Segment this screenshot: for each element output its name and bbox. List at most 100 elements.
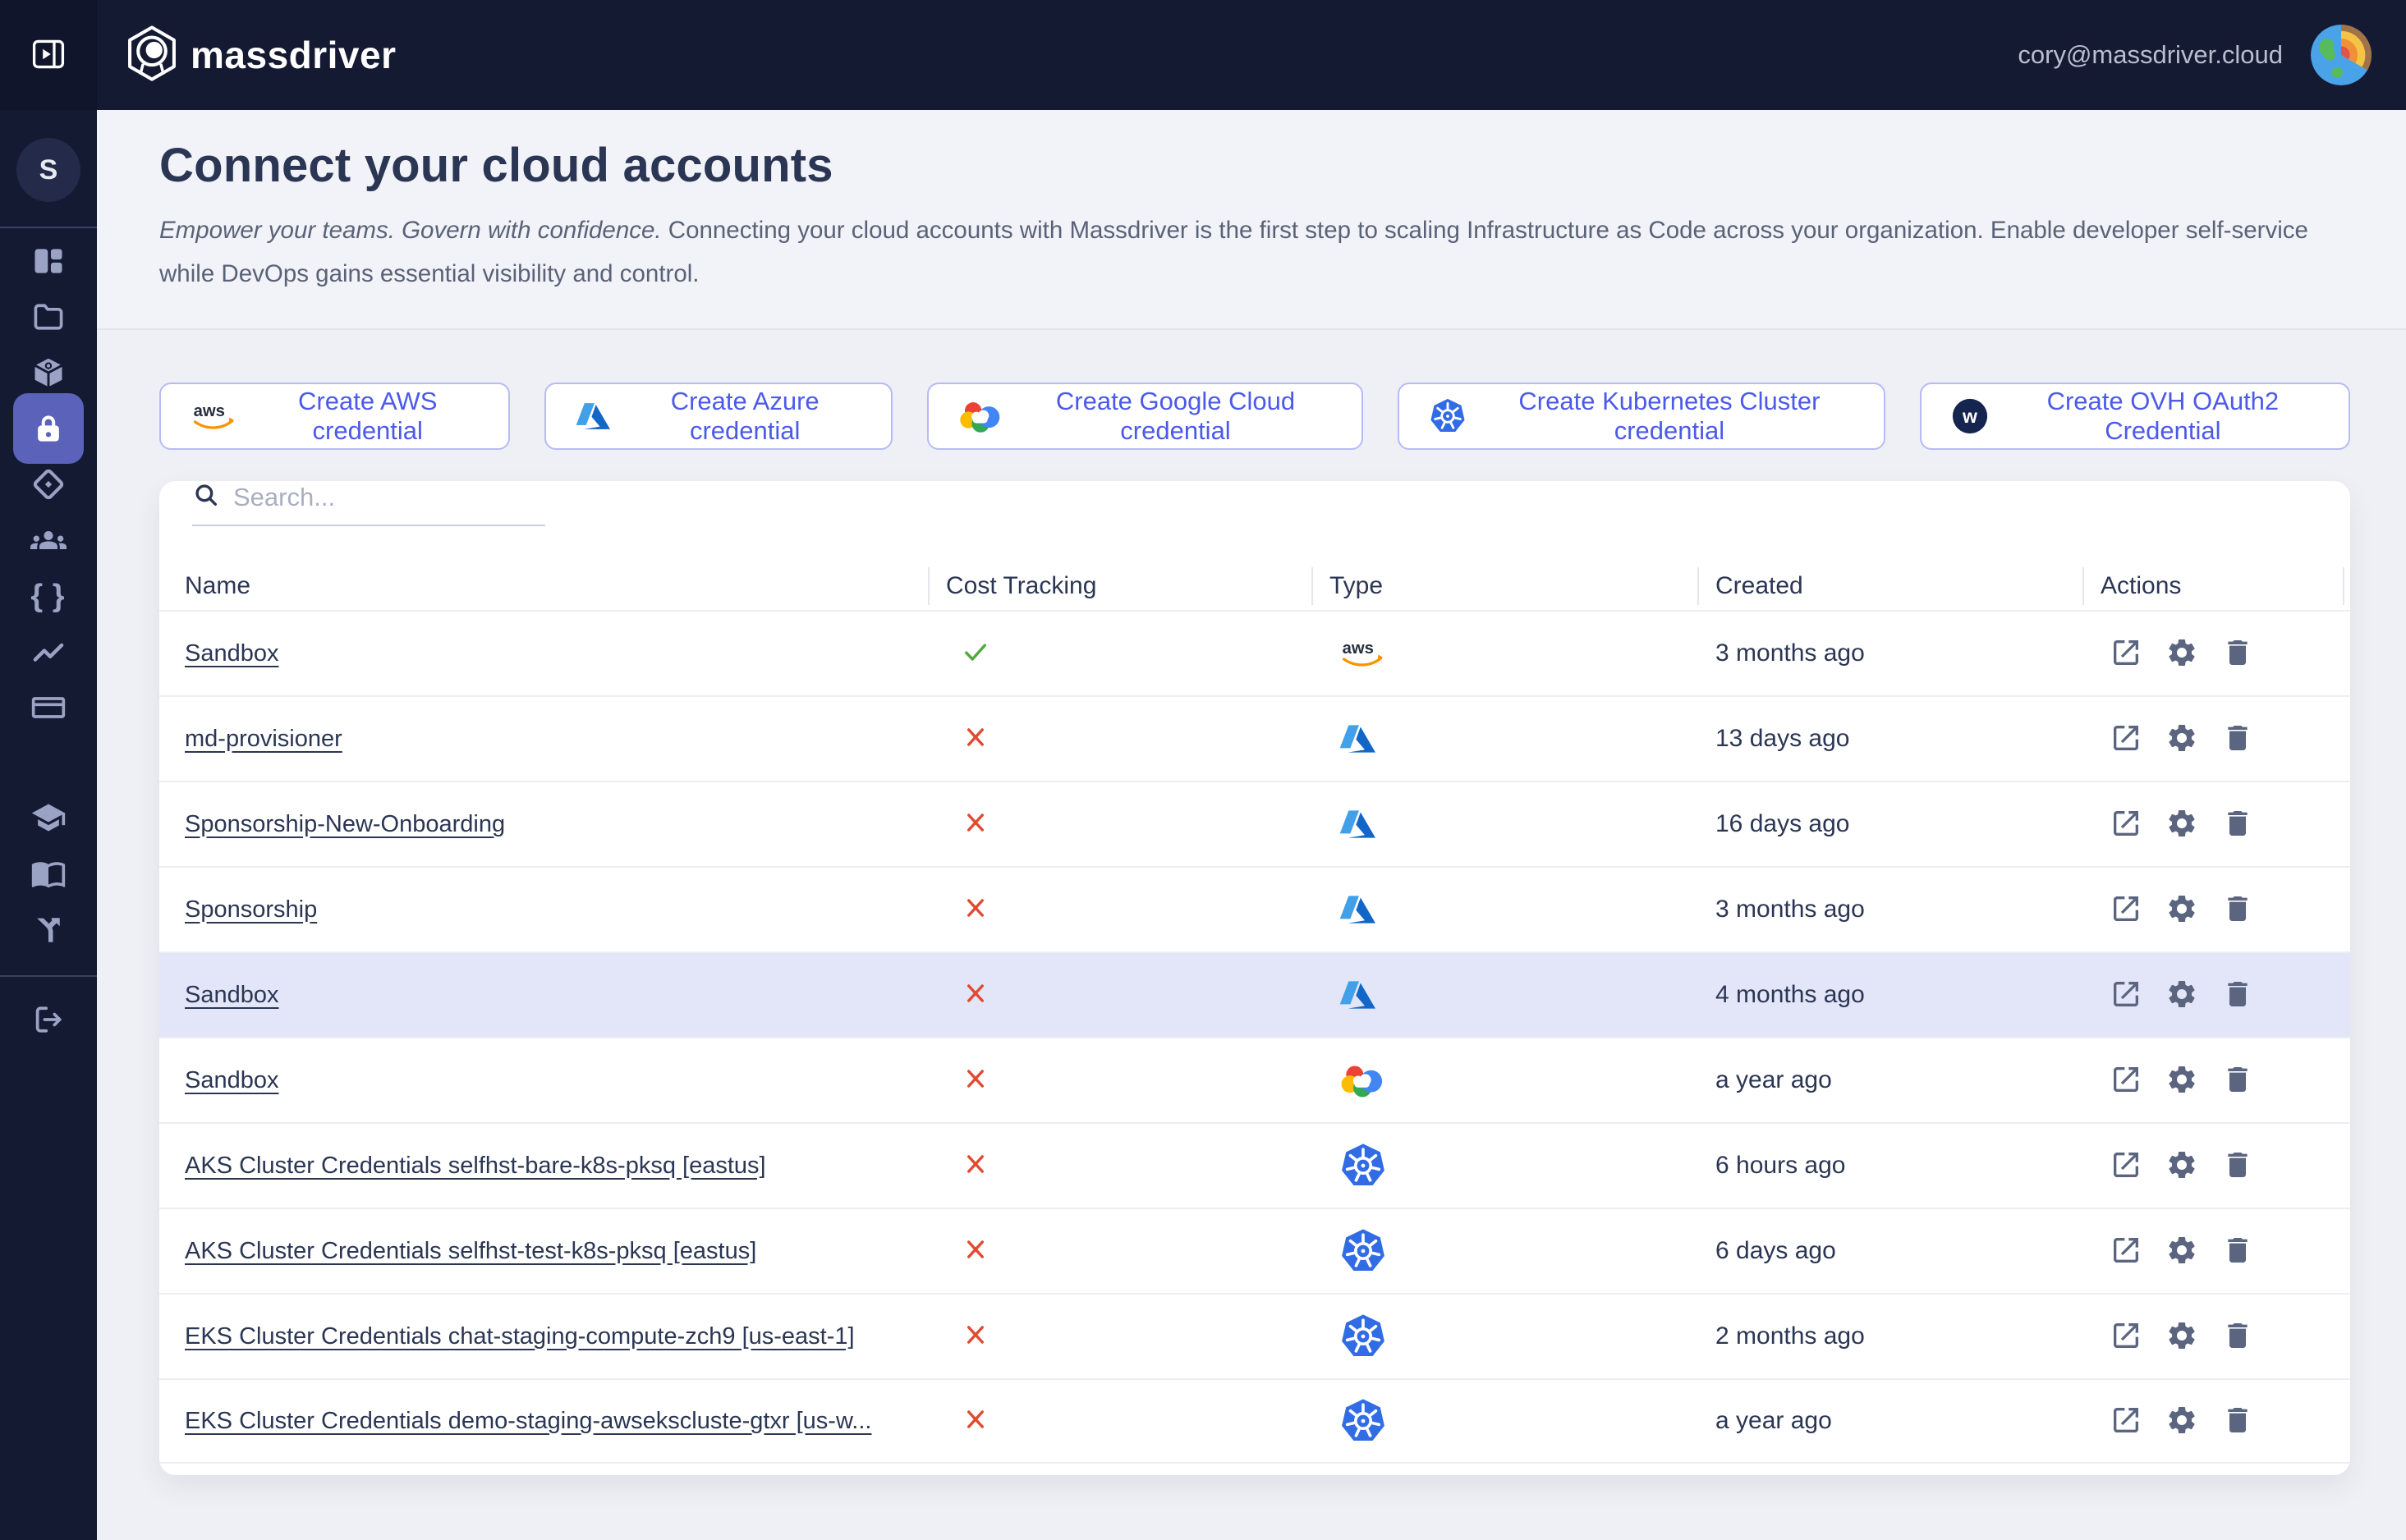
delete-credential-button[interactable] — [2220, 1063, 2255, 1098]
configure-credential-button[interactable] — [2165, 1234, 2199, 1268]
sidebar-item-bundles[interactable] — [13, 345, 84, 401]
table-row[interactable]: md-provisioner aws 13 days ago — [159, 695, 2350, 781]
configure-credential-button[interactable] — [2165, 807, 2199, 841]
deploy-diamond-icon — [30, 466, 67, 502]
credential-name-link[interactable]: AKS Cluster Credentials selfhst-test-k8s… — [185, 1238, 756, 1265]
app-root: massdriver cory@massdriver.cloud S — [0, 0, 2406, 1540]
configure-credential-button[interactable] — [2165, 892, 2199, 927]
delete-credential-button[interactable] — [2220, 978, 2255, 1012]
search-input[interactable] — [233, 483, 545, 512]
create-azure-credential-button[interactable]: Create Azure credential — [544, 383, 892, 450]
table-row[interactable]: EKS Cluster Credentials demo-staging-aws… — [159, 1378, 2350, 1464]
page-header: Connect your cloud accounts Empower your… — [97, 110, 2406, 330]
sidebar-item-deployments[interactable] — [13, 456, 84, 512]
table-row[interactable]: Sandbox aws 4 months ago — [159, 951, 2350, 1037]
created-text: 4 months ago — [1715, 981, 1865, 1009]
button-label: Create AWS credential — [256, 387, 479, 446]
azure-type-icon — [1339, 891, 1375, 928]
sidebar-item-changelog[interactable] — [13, 901, 84, 957]
table-row[interactable]: AKS Cluster Credentials selfhst-bare-k8s… — [159, 1122, 2350, 1208]
gear-icon — [2165, 807, 2198, 842]
trash-icon — [2221, 1234, 2254, 1269]
delete-credential-button[interactable] — [2220, 1148, 2255, 1183]
configure-credential-button[interactable] — [2165, 1404, 2199, 1438]
open-credential-button[interactable] — [2109, 892, 2143, 927]
gear-icon — [2165, 1148, 2198, 1184]
open-credential-button[interactable] — [2109, 1404, 2143, 1438]
sidebar-item-billing[interactable] — [13, 680, 84, 736]
create-kubernetes-credential-button[interactable]: Create Kubernetes Cluster credential — [1398, 383, 1885, 450]
create-google-cloud-credential-button[interactable]: Create Google Cloud credential — [927, 383, 1363, 450]
credential-name-link[interactable]: EKS Cluster Credentials demo-staging-aws… — [185, 1408, 871, 1435]
configure-credential-button[interactable] — [2165, 978, 2199, 1012]
delete-credential-button[interactable] — [2220, 892, 2255, 927]
table-row[interactable]: Sponsorship-New-Onboarding aws 16 — [159, 781, 2350, 866]
table-row[interactable]: Sandbox aws 3 months ago — [159, 610, 2350, 695]
created-text: a year ago — [1715, 1407, 1832, 1435]
top-bar: massdriver cory@massdriver.cloud — [0, 0, 2406, 110]
open-credential-button[interactable] — [2109, 807, 2143, 841]
created-text: 3 months ago — [1715, 896, 1865, 924]
table-row[interactable]: Sponsorship aws 3 months ago — [159, 866, 2350, 951]
sidebar-item-projects[interactable] — [13, 289, 84, 345]
credential-name-link[interactable]: Sponsorship — [185, 896, 317, 924]
sidebar-item-credentials[interactable] — [13, 393, 84, 464]
workspace-avatar[interactable]: S — [16, 138, 80, 202]
delete-credential-button[interactable] — [2220, 636, 2255, 671]
external-link-icon — [2110, 807, 2142, 842]
open-credential-button[interactable] — [2109, 1234, 2143, 1268]
credential-name-link[interactable]: md-provisioner — [185, 726, 342, 753]
credential-name-link[interactable]: Sponsorship-New-Onboarding — [185, 811, 505, 838]
configure-credential-button[interactable] — [2165, 1148, 2199, 1183]
sidebar-toggle-button[interactable] — [27, 35, 70, 75]
credential-name-link[interactable]: EKS Cluster Credentials chat-staging-com… — [185, 1323, 855, 1350]
open-credential-button[interactable] — [2109, 1148, 2143, 1183]
branch-split-icon — [30, 911, 67, 947]
sidebar-item-dashboard[interactable] — [13, 233, 84, 289]
sidebar-item-teams[interactable] — [13, 512, 84, 568]
button-label: Create Azure credential — [628, 387, 861, 446]
table-row[interactable]: EKS Cluster Credentials chat-staging-com… — [159, 1293, 2350, 1378]
column-header-name: Name — [159, 567, 928, 605]
credential-name-link[interactable]: Sandbox — [185, 640, 279, 667]
sidebar-item-metrics[interactable] — [13, 624, 84, 680]
kubernetes-icon — [1429, 397, 1467, 435]
button-label: Create Google Cloud credential — [1019, 387, 1332, 446]
sidebar-item-code[interactable]: { } — [13, 568, 84, 624]
open-credential-button[interactable] — [2109, 1063, 2143, 1098]
configure-credential-button[interactable] — [2165, 722, 2199, 756]
cost-tracking-disabled-icon — [961, 1320, 990, 1354]
credential-name-link[interactable]: Sandbox — [185, 982, 279, 1009]
configure-credential-button[interactable] — [2165, 636, 2199, 671]
brand-logo[interactable]: massdriver — [125, 25, 397, 86]
ovh-icon: w — [1951, 397, 1989, 435]
trash-icon — [2221, 722, 2254, 757]
credential-name-link[interactable]: Sandbox — [185, 1067, 279, 1094]
gear-icon — [2165, 1319, 2198, 1354]
delete-credential-button[interactable] — [2220, 807, 2255, 841]
create-aws-credential-button[interactable]: aws Create AWS credential — [159, 383, 510, 450]
table-row[interactable]: Sandbox aws a year ago — [159, 1037, 2350, 1122]
open-credential-button[interactable] — [2109, 722, 2143, 756]
open-credential-button[interactable] — [2109, 978, 2143, 1012]
cost-tracking-disabled-icon — [961, 1149, 990, 1183]
configure-credential-button[interactable] — [2165, 1063, 2199, 1098]
delete-credential-button[interactable] — [2220, 1234, 2255, 1268]
configure-credential-button[interactable] — [2165, 1319, 2199, 1354]
credential-name-link[interactable]: AKS Cluster Credentials selfhst-bare-k8s… — [185, 1153, 766, 1180]
user-avatar[interactable] — [2311, 25, 2372, 85]
sidebar-item-learn[interactable] — [13, 790, 84, 846]
aws-icon: aws — [191, 401, 238, 432]
sidebar-item-docs[interactable] — [13, 846, 84, 901]
delete-credential-button[interactable] — [2220, 1404, 2255, 1438]
table-row[interactable]: AKS Cluster Credentials selfhst-test-k8s… — [159, 1208, 2350, 1293]
delete-credential-button[interactable] — [2220, 1319, 2255, 1354]
sidebar-item-logout[interactable] — [13, 992, 84, 1047]
create-ovh-credential-button[interactable]: w Create OVH OAuth2 Credential — [1920, 383, 2350, 450]
kubernetes-type-icon — [1339, 1227, 1387, 1275]
aws-type-icon: aws — [1339, 638, 1387, 669]
open-credential-button[interactable] — [2109, 1319, 2143, 1354]
open-credential-button[interactable] — [2109, 636, 2143, 671]
gear-icon — [2165, 636, 2198, 671]
delete-credential-button[interactable] — [2220, 722, 2255, 756]
